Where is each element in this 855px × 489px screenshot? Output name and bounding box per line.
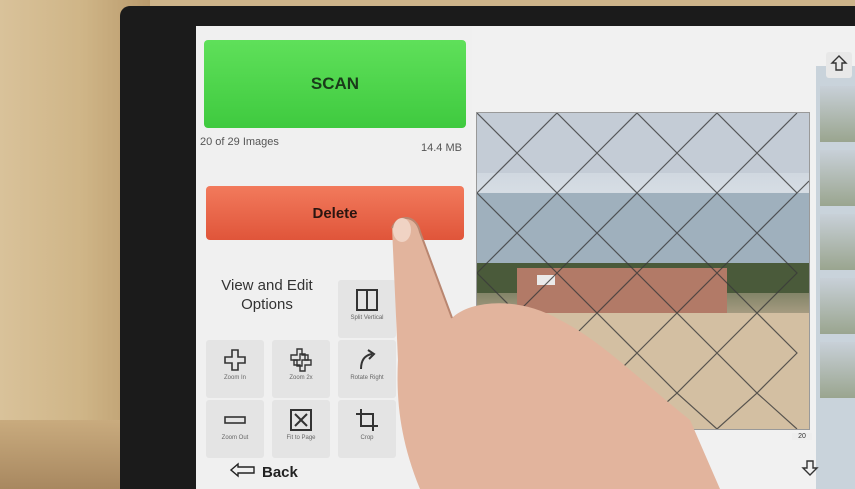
image-preview[interactable] <box>476 112 810 430</box>
back-label: Back <box>262 463 298 481</box>
scroll-up-button[interactable] <box>826 52 852 78</box>
zoom-out-button[interactable]: Zoom Out <box>206 400 264 458</box>
zoom-2x-icon <box>272 347 330 373</box>
crop-label: Crop <box>360 435 374 441</box>
image-count: 20 of 29 Images <box>200 136 279 148</box>
thumbnail-strip[interactable] <box>816 66 855 489</box>
split-vertical-button[interactable]: Split Vertical <box>338 280 396 338</box>
thumbnail[interactable] <box>820 278 855 334</box>
chain-link-fence-photo <box>477 113 809 429</box>
delete-button-label: Delete <box>312 204 358 222</box>
thumbnail[interactable] <box>820 214 855 270</box>
zoom-in-button[interactable]: Zoom In <box>206 340 264 398</box>
zoom-out-label: Zoom Out <box>221 435 249 441</box>
thumbnail[interactable] <box>820 86 855 142</box>
scan-button[interactable]: SCAN <box>204 40 466 128</box>
scan-button-label: SCAN <box>310 74 360 93</box>
fit-to-page-label: Fit to Page <box>286 435 316 441</box>
delete-button[interactable]: Delete <box>206 186 464 240</box>
zoom-2x-button[interactable]: Zoom 2x <box>272 340 330 398</box>
options-heading-line1: View and Edit <box>221 277 313 294</box>
down-arrow-icon <box>801 459 819 482</box>
back-arrow-icon <box>229 462 262 482</box>
up-arrow-icon <box>830 54 848 77</box>
options-heading-line2: Options <box>241 296 293 313</box>
split-vertical-icon <box>338 287 396 313</box>
options-heading: View and Edit Options <box>212 276 322 314</box>
zoom-out-icon <box>206 407 264 433</box>
back-button[interactable]: Back <box>229 460 298 484</box>
zoom-in-icon <box>206 347 264 373</box>
fit-to-page-icon <box>272 407 330 433</box>
scroll-down-button[interactable] <box>798 458 822 482</box>
thumbnail-number: 20 <box>792 433 812 440</box>
control-panel: SCAN 20 of 29 Images 14.4 MB Delete View… <box>196 26 472 489</box>
touch-screen: SCAN 20 of 29 Images 14.4 MB Delete View… <box>196 26 855 489</box>
zoom-in-label: Zoom In <box>223 375 246 381</box>
rotate-right-button[interactable]: Rotate Right <box>338 340 396 398</box>
file-size: 14.4 MB <box>421 142 462 154</box>
fit-to-page-button[interactable]: Fit to Page <box>272 400 330 458</box>
zoom-2x-label: Zoom 2x <box>289 375 313 381</box>
crop-icon <box>338 407 396 433</box>
rotate-right-label: Rotate Right <box>350 375 384 381</box>
crop-button[interactable]: Crop <box>338 400 396 458</box>
thumbnail[interactable] <box>820 150 855 206</box>
rotate-right-icon <box>338 347 396 373</box>
thumbnail[interactable] <box>820 342 855 398</box>
split-vertical-label: Split Vertical <box>350 315 384 321</box>
